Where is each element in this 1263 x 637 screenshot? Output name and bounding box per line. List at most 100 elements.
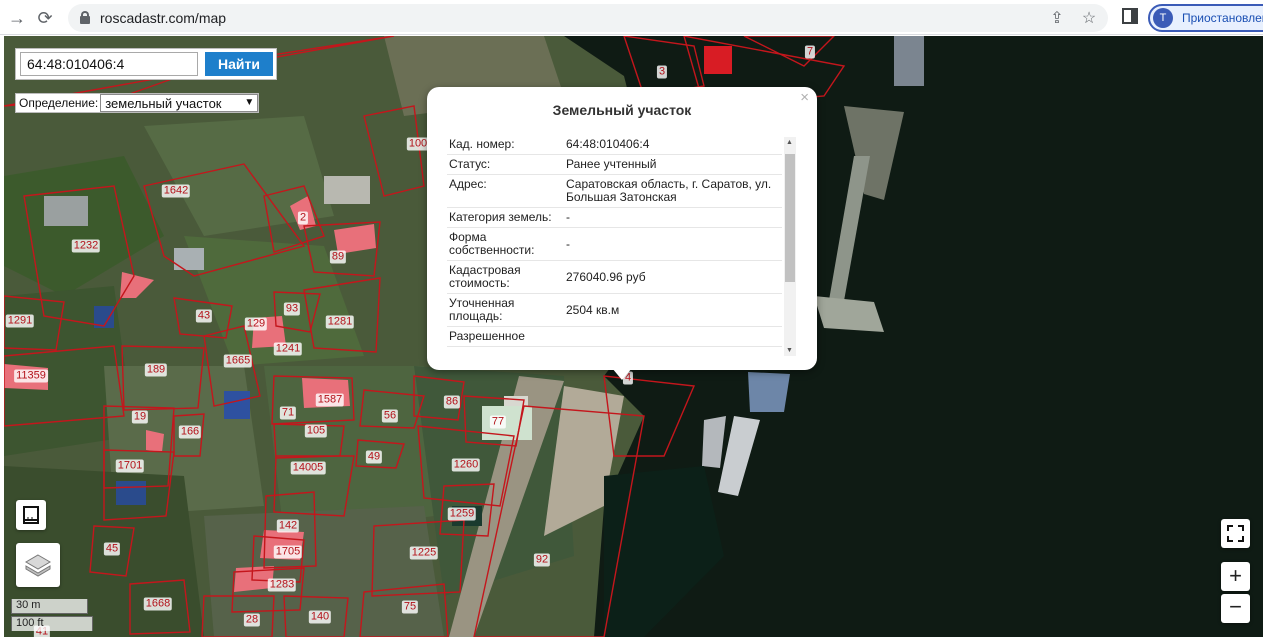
parcel-number-label: 1241 bbox=[273, 342, 303, 356]
parcel-number-label: 1665 bbox=[223, 354, 253, 368]
popup-row: Кадастровая стоимость: 276040.96 руб bbox=[447, 261, 782, 294]
scale-bar-metric: 30 m bbox=[11, 599, 88, 614]
parcel-number-label: 2 bbox=[297, 211, 309, 225]
fullscreen-button[interactable] bbox=[1221, 519, 1250, 548]
parcel-number-label: 56 bbox=[381, 409, 399, 423]
popup-row: Адрес: Саратовская область, г. Саратов, у… bbox=[447, 175, 782, 208]
popup-scrollbar[interactable]: ▲ ▼ bbox=[784, 137, 796, 356]
parcel-number-label: 129 bbox=[244, 317, 268, 331]
parcel-number-label: 189 bbox=[144, 363, 168, 377]
zoom-in-button[interactable]: + bbox=[1221, 562, 1250, 591]
parcel-number-label: 7 bbox=[804, 45, 816, 59]
popup-row-value: 2504 кв.м bbox=[566, 302, 620, 317]
scroll-thumb[interactable] bbox=[785, 154, 795, 282]
parcel-number-label: 11359 bbox=[14, 369, 48, 383]
parcel-number-label: 45 bbox=[103, 542, 121, 556]
parcel-info-popup: × Земельный участок Кад. номер: 64:48:010… bbox=[427, 87, 817, 370]
layers-button[interactable] bbox=[16, 543, 60, 587]
popup-row: Разрешенное bbox=[447, 327, 782, 347]
scale-bar-imperial: 100 ft bbox=[11, 616, 93, 631]
parcel-number-label: 93 bbox=[283, 302, 301, 316]
search-widget: Найти bbox=[15, 48, 277, 80]
profile-status-label: Приостановлено bbox=[1182, 11, 1263, 25]
address-bar[interactable]: roscadastr.com/map ⇪ ☆ bbox=[68, 4, 1108, 32]
share-icon[interactable]: ⇪ bbox=[1046, 8, 1068, 30]
parcel-number-label: 43 bbox=[195, 309, 213, 323]
popup-row-key: Адрес: bbox=[449, 177, 487, 191]
popup-row-value: - bbox=[566, 236, 570, 251]
measure-button[interactable] bbox=[16, 500, 46, 530]
definition-select[interactable]: земельный участок ▼ bbox=[100, 94, 259, 112]
parcel-number-label: 1232 bbox=[71, 239, 101, 253]
popup-row: Кад. номер: 64:48:010406:4 bbox=[447, 135, 782, 155]
popup-row: Уточненная площадь: 2504 кв.м bbox=[447, 294, 782, 327]
cadastral-number-input[interactable] bbox=[20, 52, 198, 76]
parcel-number-label: 71 bbox=[279, 406, 297, 420]
popup-row-value: 276040.96 руб bbox=[566, 269, 646, 284]
fullscreen-icon bbox=[1227, 525, 1244, 542]
chevron-down-icon: ▼ bbox=[244, 97, 255, 108]
ruler-icon bbox=[23, 506, 39, 524]
popup-row-value: - bbox=[566, 210, 570, 224]
avatar: T bbox=[1153, 8, 1173, 28]
parcel-number-label: 100 bbox=[406, 137, 430, 151]
popup-row-key: Кад. номер: bbox=[449, 137, 515, 151]
popup-row-key: Категория земель: bbox=[449, 210, 552, 224]
popup-row-key: Уточненная площадь: bbox=[449, 296, 515, 323]
scroll-up-icon[interactable]: ▲ bbox=[786, 139, 793, 146]
definition-selector: Определение: земельный участок ▼ bbox=[15, 93, 260, 113]
parcel-number-label: 1587 bbox=[315, 393, 345, 407]
parcel-number-label: 1260 bbox=[451, 458, 481, 472]
bookmark-star-icon[interactable]: ☆ bbox=[1078, 8, 1100, 30]
parcel-number-label: 3 bbox=[656, 65, 668, 79]
browser-toolbar: → ⟳ roscadastr.com/map ⇪ ☆ T Приостановл… bbox=[0, 0, 1263, 35]
definition-selected-value: земельный участок bbox=[105, 96, 222, 111]
parcel-number-label: 19 bbox=[131, 410, 149, 424]
popup-row-key: Кадастровая стоимость: bbox=[449, 263, 521, 290]
reload-icon[interactable]: ⟳ bbox=[32, 5, 58, 31]
popup-row-value: Ранее учтенный bbox=[566, 157, 657, 171]
popup-row: Статус: Ранее учтенный bbox=[447, 155, 782, 175]
parcel-number-label: 1281 bbox=[325, 315, 355, 329]
parcel-number-label: 86 bbox=[443, 395, 461, 409]
cadastral-map[interactable]: 7 3 100 1642 2 1232 89 43 93 1281 129 1291 1665 1241 1… bbox=[4, 36, 1263, 637]
parcel-number-label: 92 bbox=[533, 553, 551, 567]
parcel-number-label: 1291 bbox=[5, 314, 35, 328]
popup-row-value: 64:48:010406:4 bbox=[566, 137, 650, 151]
popup-row: Форма собственности: - bbox=[447, 228, 782, 261]
parcel-info-table: Кад. номер: 64:48:010406:4 Статус: Ранее уч… bbox=[447, 135, 782, 356]
parcel-number-label: 142 bbox=[276, 519, 300, 533]
parcel-number-label: 1705 bbox=[273, 545, 303, 559]
parcel-number-label: 28 bbox=[243, 613, 261, 627]
parcel-number-label: 1225 bbox=[409, 546, 439, 560]
popup-row-value: Саратовская область, г. Саратов, ул. Бол… bbox=[566, 177, 772, 204]
parcel-number-label: 49 bbox=[365, 450, 383, 464]
definition-label: Определение: bbox=[19, 96, 99, 110]
side-panel-icon[interactable] bbox=[1122, 8, 1138, 24]
parcel-number-label: 166 bbox=[178, 425, 202, 439]
popup-row-key: Форма собственности: bbox=[449, 230, 535, 257]
parcel-number-label: 14005 bbox=[290, 461, 326, 475]
popup-title: Земельный участок bbox=[552, 102, 692, 118]
parcel-number-label: 1283 bbox=[267, 578, 297, 592]
find-button[interactable]: Найти bbox=[205, 52, 273, 76]
popup-row-key: Статус: bbox=[449, 157, 491, 171]
parcel-number-label: 1701 bbox=[115, 459, 145, 473]
parcel-number-label: 89 bbox=[329, 250, 347, 264]
parcel-number-label: 75 bbox=[401, 600, 419, 614]
profile-button[interactable]: T Приостановлено bbox=[1148, 4, 1263, 32]
popup-row-key: Разрешенное bbox=[449, 329, 525, 343]
scroll-down-icon[interactable]: ▼ bbox=[786, 347, 793, 354]
parcel-number-label: 1642 bbox=[161, 184, 191, 198]
parcel-number-label: 140 bbox=[308, 610, 332, 624]
popup-pointer bbox=[612, 368, 632, 380]
parcel-number-label: 1668 bbox=[143, 597, 173, 611]
parcel-number-label: 1259 bbox=[447, 507, 477, 521]
popup-row: Категория земель: - bbox=[447, 208, 782, 228]
parcel-number-label: 77 bbox=[489, 415, 507, 429]
url-text[interactable]: roscadastr.com/map bbox=[100, 10, 226, 26]
zoom-out-button[interactable]: − bbox=[1221, 594, 1250, 623]
lock-icon bbox=[80, 11, 90, 24]
layers-icon bbox=[25, 554, 51, 577]
forward-icon[interactable]: → bbox=[4, 5, 30, 31]
